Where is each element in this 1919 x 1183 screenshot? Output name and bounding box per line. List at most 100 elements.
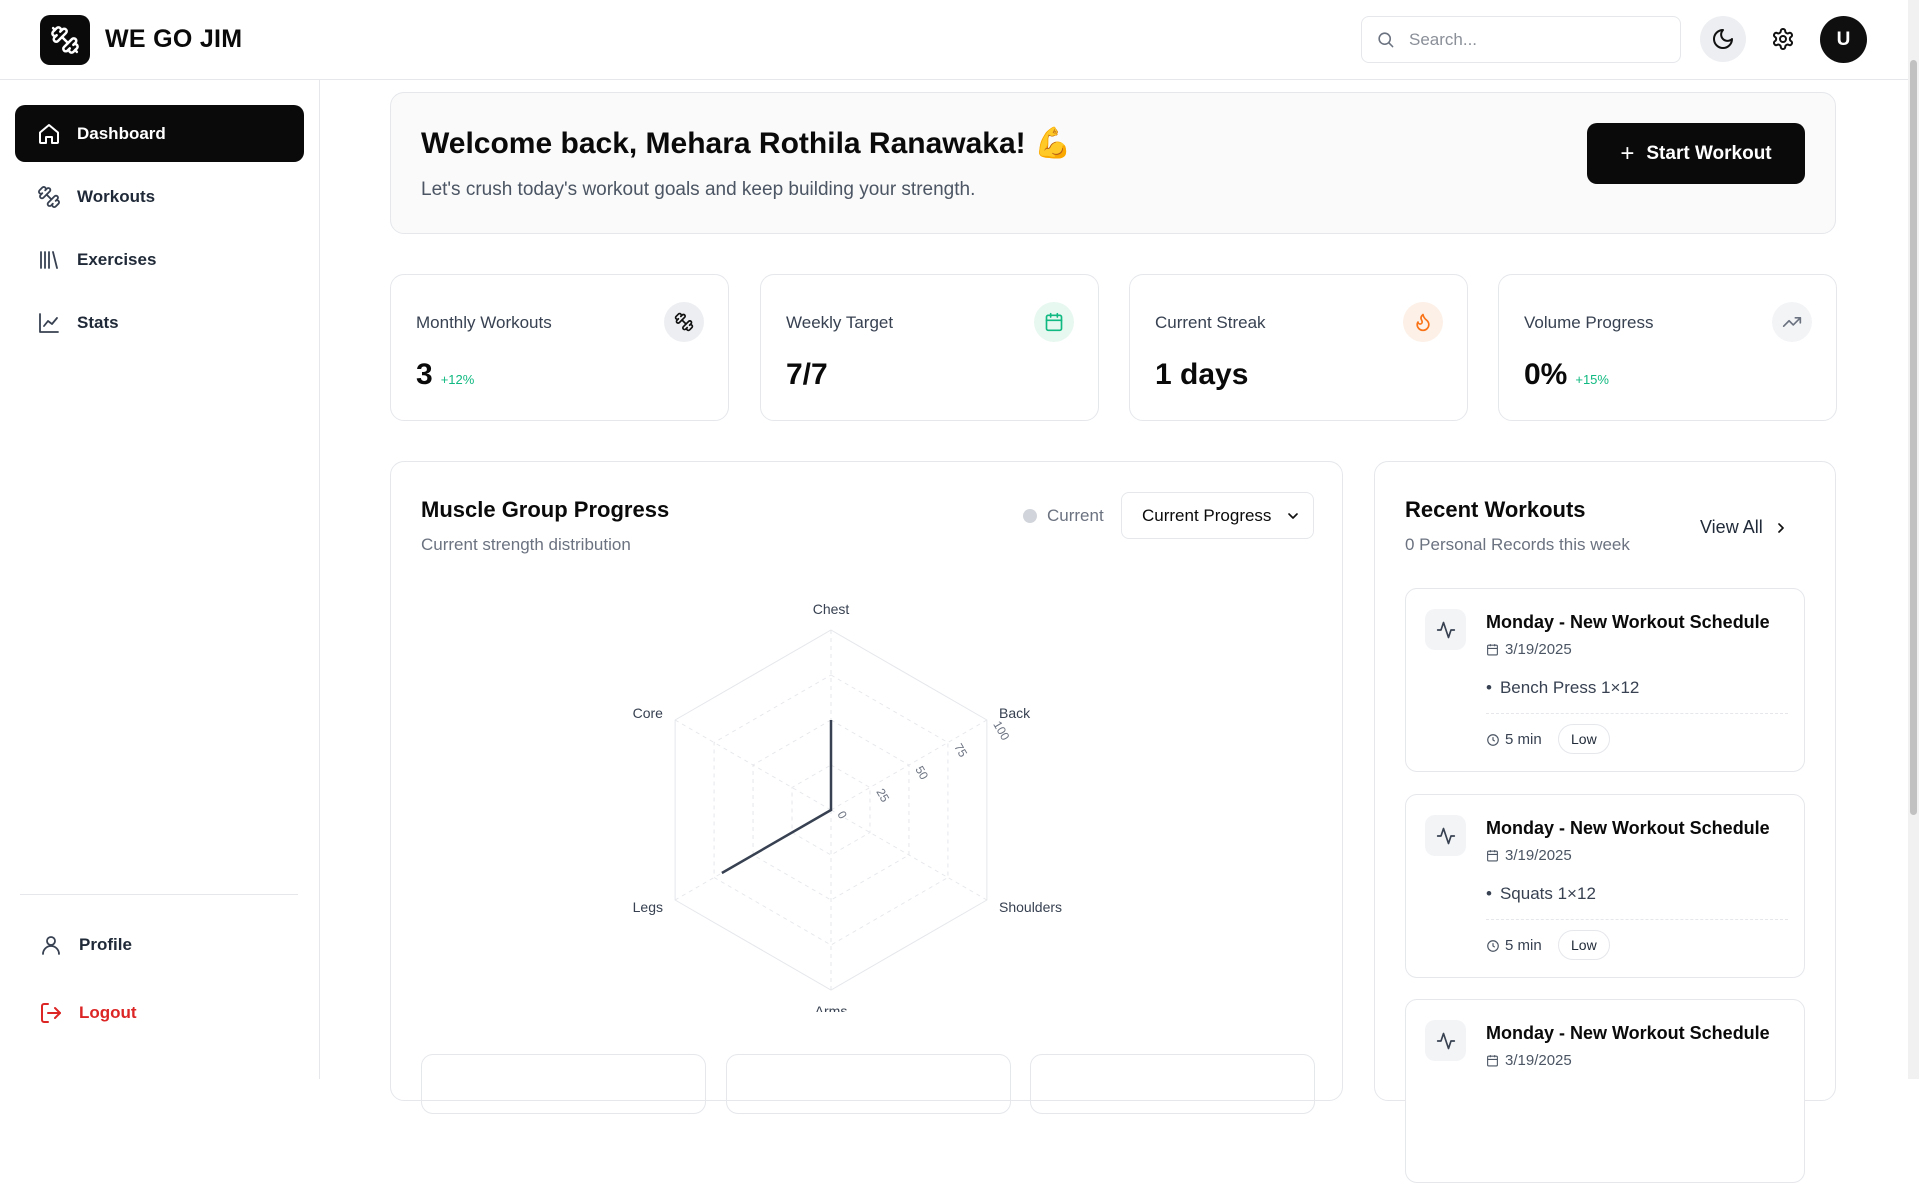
settings-button[interactable]: [1760, 16, 1806, 62]
stat-card-current-streak: Current Streak 1 days: [1129, 274, 1468, 421]
calendar-icon: [1487, 850, 1498, 862]
radar-category-label: Arms: [815, 1003, 848, 1012]
radar-category-label: Shoulders: [999, 899, 1062, 915]
mini-card: [726, 1054, 1011, 1114]
workout-date: 3/19/2025: [1486, 1052, 1572, 1069]
panel-title: Muscle Group Progress: [421, 497, 670, 522]
clock-icon: [1487, 939, 1499, 952]
panel-subtitle: 0 Personal Records this week: [1405, 535, 1630, 554]
stat-label: Volume Progress: [1524, 313, 1654, 332]
workout-exercise: • Bench Press 1×12: [1486, 678, 1640, 697]
stat-card-monthly-workouts: Monthly Workouts 3 +12%: [390, 274, 729, 421]
stat-label: Monthly Workouts: [416, 313, 552, 332]
chart-legend: Current: [1023, 506, 1104, 526]
line-chart-icon: [35, 309, 63, 337]
stat-delta: +15%: [1575, 372, 1609, 387]
start-workout-button[interactable]: + Start Workout: [1587, 123, 1805, 184]
sidebar-divider: [20, 894, 298, 895]
stat-delta: +12%: [440, 372, 475, 387]
sidebar: Dashboard Workouts Exercises Stats Profi…: [0, 80, 320, 1079]
stat-card-volume-progress: Volume Progress 0% +15%: [1498, 274, 1837, 421]
search-input[interactable]: [1407, 28, 1667, 51]
page-scrollbar[interactable]: [1908, 0, 1919, 1079]
radar-tick-label: 25: [873, 786, 892, 805]
calendar-icon: [1487, 1055, 1498, 1067]
activity-icon: [1425, 815, 1466, 856]
logout-label: Logout: [79, 1002, 137, 1022]
activity-icon: [1425, 609, 1466, 650]
radar-tick-label: 100: [990, 719, 1012, 744]
workout-date: 3/19/2025: [1486, 847, 1572, 864]
logout-icon: [37, 999, 65, 1027]
dumbbell-icon: [35, 183, 63, 211]
workout-exercise: • Squats 1×12: [1486, 884, 1596, 903]
library-icon: [35, 246, 63, 274]
app-title: WE GO JIM: [105, 25, 243, 53]
stat-value: 3 +12%: [416, 358, 475, 391]
workout-card[interactable]: Monday - New Workout Schedule 3/19/2025 …: [1405, 588, 1805, 772]
workout-date: 3/19/2025: [1486, 641, 1572, 658]
calendar-icon: [1487, 644, 1498, 656]
view-all-label: View All: [1700, 517, 1763, 537]
sidebar-item-label: Stats: [77, 312, 119, 332]
welcome-subtitle: Let's crush today's workout goals and ke…: [421, 179, 976, 200]
radar-category-label: Back: [999, 705, 1031, 721]
flame-icon: [1403, 302, 1443, 342]
home-icon: [35, 120, 63, 148]
top-header: WE GO JIM U: [0, 0, 1908, 80]
sidebar-item-profile[interactable]: Profile: [25, 916, 314, 973]
radar-tick-label: 50: [912, 764, 931, 783]
workout-card[interactable]: Monday - New Workout Schedule 3/19/2025 …: [1405, 794, 1805, 978]
view-all-link[interactable]: View All: [1700, 517, 1789, 538]
calendar-icon: [1034, 302, 1074, 342]
theme-toggle-button[interactable]: [1700, 16, 1746, 62]
radar-series-current: [721, 720, 833, 875]
stat-label: Weekly Target: [786, 313, 894, 332]
stat-value: 7/7: [786, 358, 828, 391]
search-box[interactable]: [1361, 16, 1681, 63]
app-logo[interactable]: [40, 15, 90, 65]
sidebar-item-logout[interactable]: Logout: [25, 984, 314, 1041]
stat-label: Current Streak: [1155, 313, 1266, 332]
progress-select[interactable]: Current Progress: [1121, 492, 1314, 539]
radar-category-label: Legs: [633, 899, 663, 915]
radar-tick-label: 75: [951, 741, 970, 760]
dumbbell-icon: [51, 26, 79, 54]
sidebar-item-exercises[interactable]: Exercises: [15, 231, 304, 288]
plus-icon: +: [1620, 139, 1635, 167]
sidebar-item-label: Workouts: [77, 186, 156, 206]
radar-category-label: Core: [633, 705, 664, 721]
workout-card[interactable]: Monday - New Workout Schedule 3/19/2025: [1405, 999, 1805, 1183]
sidebar-item-dashboard[interactable]: Dashboard: [15, 105, 304, 162]
radar-category-label: Chest: [813, 601, 850, 617]
profile-label: Profile: [79, 934, 132, 954]
muscle-group-panel: Muscle Group Progress Current strength d…: [390, 461, 1343, 1101]
stat-value: 0% +15%: [1524, 358, 1609, 391]
gear-icon: [1773, 28, 1793, 50]
avatar[interactable]: U: [1820, 16, 1867, 63]
intensity-badge: Low: [1558, 724, 1610, 754]
sidebar-item-label: Exercises: [77, 249, 157, 269]
chevron-right-icon: [1777, 522, 1784, 533]
workout-title: Monday - New Workout Schedule: [1486, 612, 1770, 632]
divider: [1486, 713, 1788, 714]
scrollbar-thumb[interactable]: [1910, 60, 1917, 815]
sidebar-item-workouts[interactable]: Workouts: [15, 168, 304, 225]
chevron-down-icon: [1288, 512, 1298, 519]
sidebar-item-label: Dashboard: [77, 123, 166, 143]
panel-title: Recent Workouts: [1405, 497, 1586, 522]
clock-icon: [1487, 733, 1499, 746]
workout-title: Monday - New Workout Schedule: [1486, 818, 1770, 838]
recent-workouts-panel: Recent Workouts 0 Personal Records this …: [1374, 461, 1836, 1183]
trending-up-icon: [1772, 302, 1812, 342]
workout-title: Monday - New Workout Schedule: [1486, 1023, 1770, 1043]
user-icon: [37, 931, 65, 959]
radar-chart: 0255075100ChestBackShouldersArmsLegsCore: [633, 601, 1062, 1012]
sidebar-item-stats[interactable]: Stats: [15, 294, 304, 351]
divider: [1486, 919, 1788, 920]
mini-card: [1030, 1054, 1315, 1114]
stat-card-weekly-target: Weekly Target 7/7: [760, 274, 1099, 421]
activity-icon: [1425, 1020, 1466, 1061]
mini-card: [421, 1054, 706, 1114]
legend-dot: [1023, 509, 1037, 523]
